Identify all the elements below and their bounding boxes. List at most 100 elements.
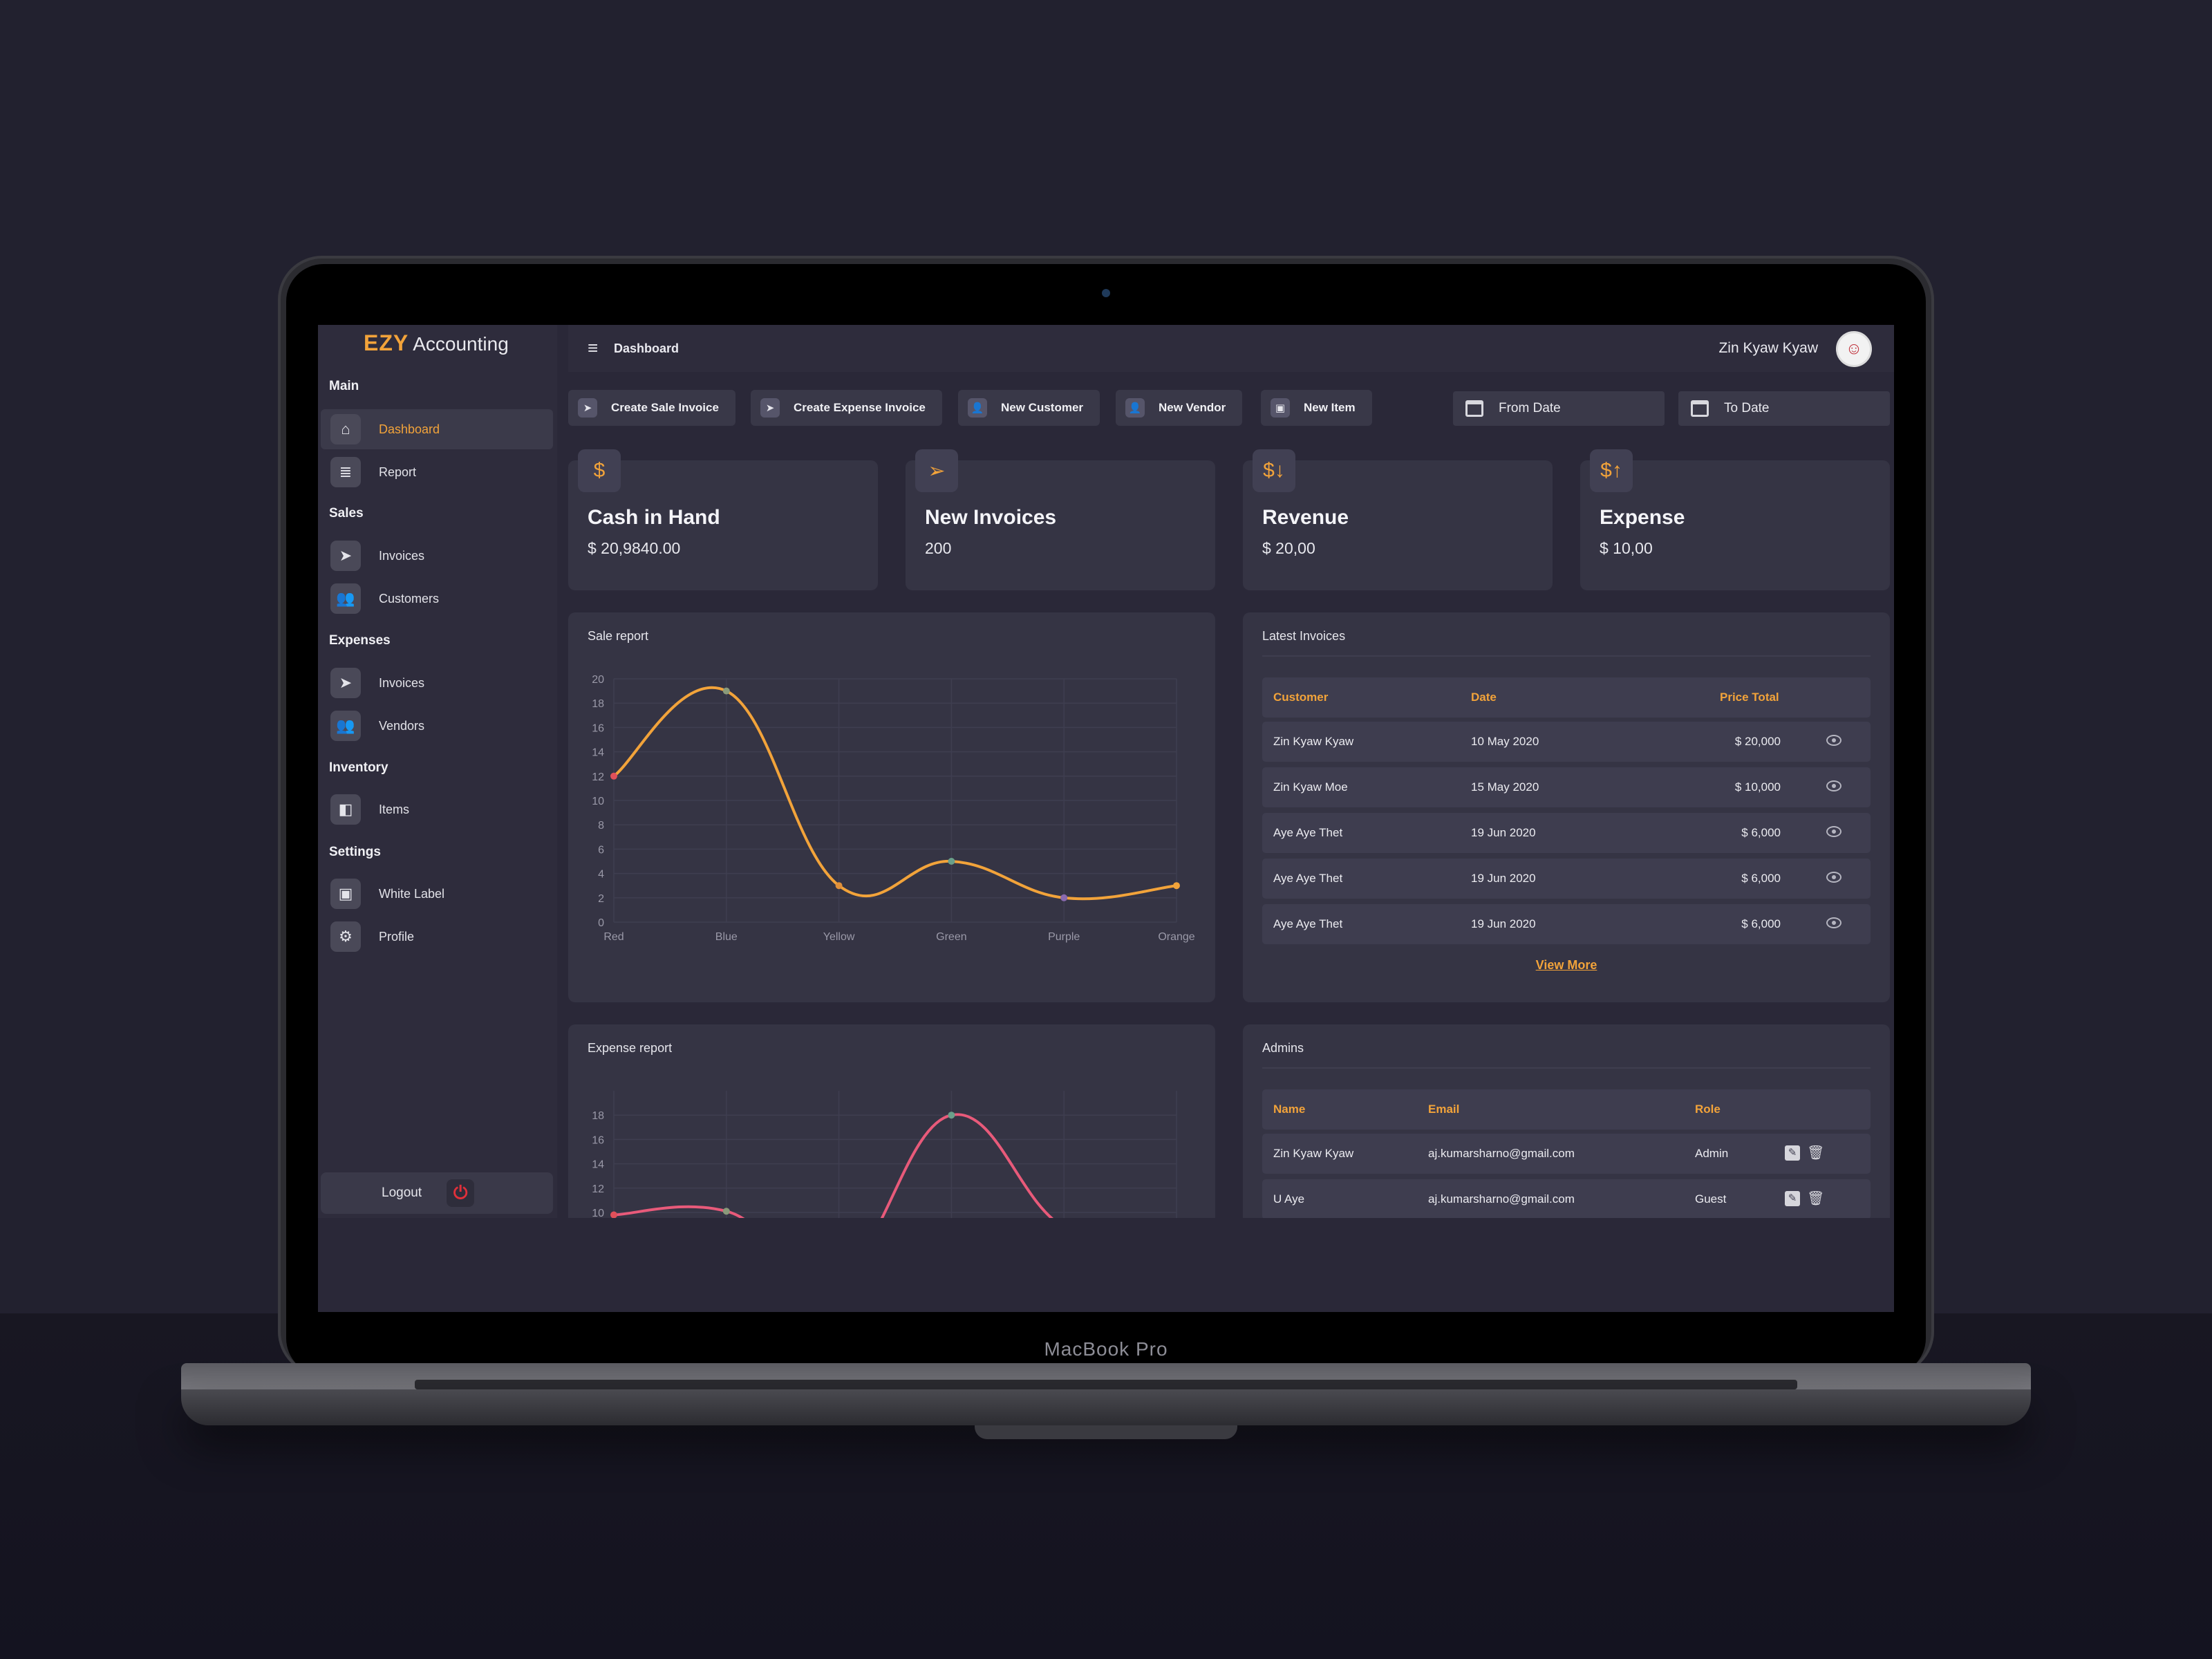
app-logo[interactable]: EZY Accounting	[364, 330, 509, 356]
y-tick-label: 20	[592, 674, 604, 686]
card-value: $ 10,00	[1600, 539, 1653, 557]
column-header: Customer	[1273, 691, 1329, 704]
box-icon: ◧	[330, 794, 361, 825]
column-header: Name	[1273, 1103, 1306, 1116]
cell-customer: Aye Aye Thet	[1273, 917, 1343, 930]
section-inventory: Inventory	[329, 760, 388, 775]
divider	[1262, 1067, 1871, 1069]
sidebar-item-white-label[interactable]: ▣ White Label	[321, 874, 553, 914]
to-date-input[interactable]: To Date	[1678, 391, 1890, 426]
sidebar-item-sales-invoices[interactable]: ➤ Invoices	[321, 536, 553, 576]
data-point	[1060, 894, 1068, 901]
top-bar: ≡ Dashboard Zin Kyaw Kyaw ☺	[568, 325, 1894, 372]
cell-price: $ 6,000	[1741, 872, 1781, 885]
power-icon: ⏻	[447, 1179, 475, 1207]
logout-button[interactable]: Logout ⏻	[321, 1172, 553, 1214]
cell-price: $ 6,000	[1741, 917, 1781, 930]
x-tick-label: Red	[603, 931, 624, 943]
cell-email: aj.kumarsharno@gmail.com	[1428, 1147, 1575, 1160]
edit-icon[interactable]: ✎	[1785, 1145, 1800, 1161]
sidebar-item-profile[interactable]: ⚙ Profile	[321, 917, 553, 957]
table-header: Customer Date Price Total	[1262, 677, 1871, 718]
create-expense-invoice-button[interactable]: ➤ Create Expense Invoice	[751, 390, 942, 426]
send-icon: ➤	[330, 541, 361, 571]
sale-report-panel: Sale report 0 2 4 6 8 10 12 14 16 18 20 Red Blue Yell…	[568, 612, 1215, 1002]
sidebar-item-vendors[interactable]: 👥 Vendors	[321, 706, 553, 746]
logo-text: Accounting	[413, 333, 509, 355]
view-more-link[interactable]: View More	[1243, 958, 1890, 973]
sidebar-item-label: Invoices	[379, 675, 425, 690]
card-title: Revenue	[1262, 506, 1349, 529]
stat-card-cash-in-hand: $ Cash in Hand $ 20,9840.00	[568, 449, 878, 590]
data-point	[722, 1208, 730, 1215]
sidebar-item-label: Report	[379, 465, 417, 479]
gear-icon: ⚙	[330, 921, 361, 952]
calendar-icon	[1691, 400, 1709, 417]
from-date-input[interactable]: From Date	[1453, 391, 1665, 426]
user-name[interactable]: Zin Kyaw Kyaw	[1718, 340, 1818, 357]
cell-date: 19 Jun 2020	[1471, 826, 1536, 839]
logo-mark: EZY	[364, 330, 409, 355]
column-header: Date	[1471, 691, 1497, 704]
cell-date: 19 Jun 2020	[1471, 872, 1536, 885]
data-point	[948, 1112, 955, 1119]
button-label: Create Sale Invoice	[611, 401, 719, 414]
sidebar-item-label: Items	[379, 802, 410, 816]
edit-icon[interactable]: ✎	[1785, 1191, 1800, 1206]
sidebar-item-items[interactable]: ◧ Items	[321, 789, 553, 830]
y-tick-label: 12	[592, 1183, 604, 1195]
camera-icon	[1102, 289, 1110, 297]
sidebar-item-dashboard[interactable]: ⌂ Dashboard	[321, 409, 553, 449]
sale-report-chart: 0 2 4 6 8 10 12 14 16 18 20 Red Blue Yellow Green Purpl…	[592, 674, 1195, 943]
new-item-button[interactable]: ▣ New Item	[1261, 390, 1372, 426]
cell-customer: Aye Aye Thet	[1273, 872, 1343, 885]
x-tick-label: Green	[936, 931, 966, 943]
data-point	[722, 687, 730, 695]
sidebar-item-label: Profile	[379, 929, 415, 944]
create-sale-invoice-button[interactable]: ➤ Create Sale Invoice	[568, 390, 735, 426]
cell-name: U Aye	[1273, 1192, 1305, 1206]
button-label: New Customer	[1001, 401, 1084, 414]
column-header: Role	[1695, 1103, 1721, 1116]
sidebar: EZY Accounting Main ⌂ Dashboard ≣ Report …	[318, 325, 557, 1312]
eye-icon[interactable]	[1826, 826, 1841, 837]
stat-card-new-invoices: ➢ New Invoices 200	[906, 449, 1215, 590]
avatar[interactable]: ☺	[1836, 331, 1872, 367]
sidebar-item-customers[interactable]: 👥 Customers	[321, 579, 553, 619]
y-tick-label: 2	[598, 893, 604, 905]
hamburger-menu-icon[interactable]: ≡	[588, 339, 598, 357]
expense-report-panel: Expense report 1012141618RedBlueYellowGr…	[568, 1024, 1215, 1218]
table-row: Aye Aye Thet 19 Jun 2020 $ 6,000	[1262, 904, 1871, 944]
card-title: Expense	[1600, 506, 1685, 529]
laptop-brand: MacBook Pro	[1044, 1338, 1168, 1360]
data-point	[835, 882, 843, 890]
eye-icon[interactable]	[1826, 735, 1841, 746]
laptop-notch	[975, 1425, 1237, 1439]
eye-icon[interactable]	[1826, 872, 1841, 883]
column-header: Price Total	[1720, 691, 1779, 704]
section-expenses: Expenses	[329, 633, 391, 648]
y-tick-label: 18	[592, 1110, 604, 1122]
users-icon: 👥	[330, 711, 361, 741]
y-tick-label: 16	[592, 722, 604, 734]
sidebar-item-expense-invoices[interactable]: ➤ Invoices	[321, 663, 553, 703]
section-main: Main	[329, 379, 359, 393]
eye-icon[interactable]	[1826, 917, 1841, 928]
user-icon: 👤	[1125, 398, 1145, 418]
section-settings: Settings	[329, 845, 381, 859]
new-vendor-button[interactable]: 👤 New Vendor	[1116, 390, 1243, 426]
label-icon: ▣	[330, 879, 361, 909]
trash-icon[interactable]: 🗑	[1807, 1145, 1824, 1161]
trash-icon[interactable]: 🗑	[1807, 1191, 1824, 1206]
eye-icon[interactable]	[1826, 780, 1841, 791]
cell-date: 19 Jun 2020	[1471, 917, 1536, 930]
button-label: New Vendor	[1159, 401, 1226, 414]
table-row: Zin Kyaw Kyaw aj.kumarsharno@gmail.com A…	[1262, 1134, 1871, 1174]
new-customer-button[interactable]: 👤 New Customer	[958, 390, 1100, 426]
coin-icon: $	[578, 449, 621, 492]
date-placeholder: From Date	[1499, 401, 1561, 415]
data-point	[610, 772, 617, 780]
sidebar-item-report[interactable]: ≣ Report	[321, 452, 553, 492]
card-value: $ 20,00	[1262, 539, 1315, 557]
send-icon: ➤	[760, 398, 780, 418]
